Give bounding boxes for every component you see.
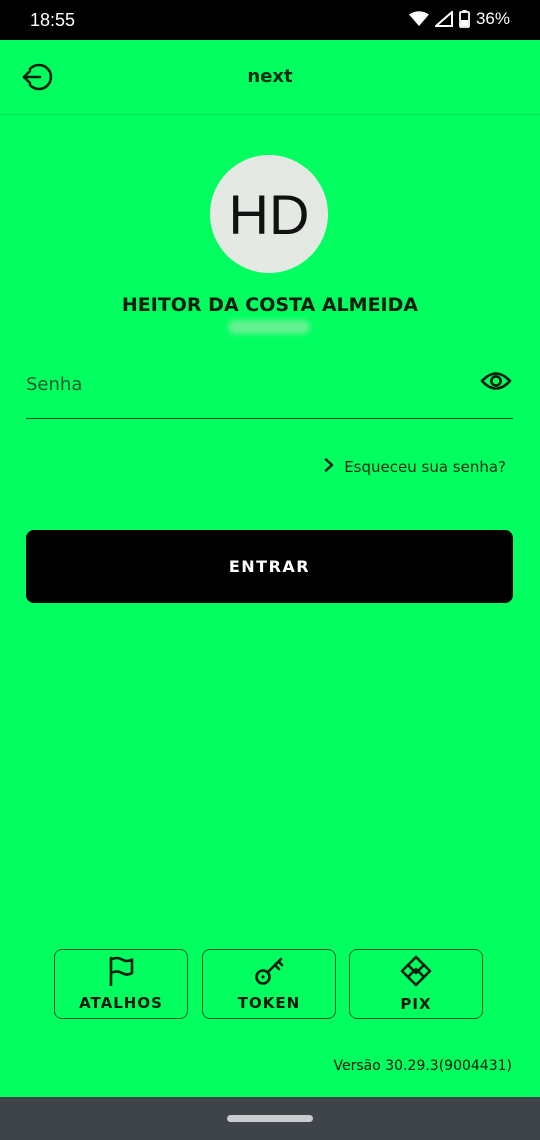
pix-icon — [400, 955, 432, 991]
shortcut-label: ATALHOS — [79, 994, 163, 1012]
key-icon — [254, 956, 284, 990]
app-bar: next — [0, 40, 540, 115]
flag-icon — [106, 956, 136, 990]
redacted-blur — [228, 320, 310, 334]
status-bar: 18:55 36% — [0, 0, 540, 40]
system-navigation-bar — [0, 1097, 540, 1140]
user-name: HEITOR DA COSTA ALMEIDA — [121, 294, 419, 316]
shortcut-label: TOKEN — [237, 994, 301, 1012]
shortcut-label: PIX — [400, 995, 432, 1013]
home-gesture-handle[interactable] — [227, 1115, 313, 1122]
login-button[interactable]: ENTRAR — [26, 530, 513, 603]
app-version: Versão 30.29.3(9004431) — [333, 1058, 512, 1074]
toggle-password-visibility-button[interactable] — [479, 368, 513, 398]
avatar: HD — [210, 155, 328, 273]
eye-icon — [480, 370, 512, 396]
status-icons: 36% — [408, 9, 510, 29]
app-title: next — [247, 66, 293, 87]
shortcut-atalhos-button[interactable]: ATALHOS — [54, 949, 188, 1019]
wifi-icon — [408, 11, 429, 27]
signal-icon — [434, 11, 453, 27]
chevron-right-icon — [324, 458, 334, 476]
password-field — [26, 358, 513, 419]
status-time: 18:55 — [30, 10, 76, 30]
forgot-password-label: Esqueceu sua senha? — [344, 458, 506, 476]
password-input[interactable] — [26, 366, 456, 402]
forgot-password-link[interactable]: Esqueceu sua senha? — [324, 458, 506, 476]
shortcut-token-button[interactable]: TOKEN — [202, 949, 336, 1019]
battery-percent: 36% — [475, 9, 510, 28]
battery-icon — [459, 10, 470, 28]
shortcut-pix-button[interactable]: PIX — [349, 949, 483, 1019]
